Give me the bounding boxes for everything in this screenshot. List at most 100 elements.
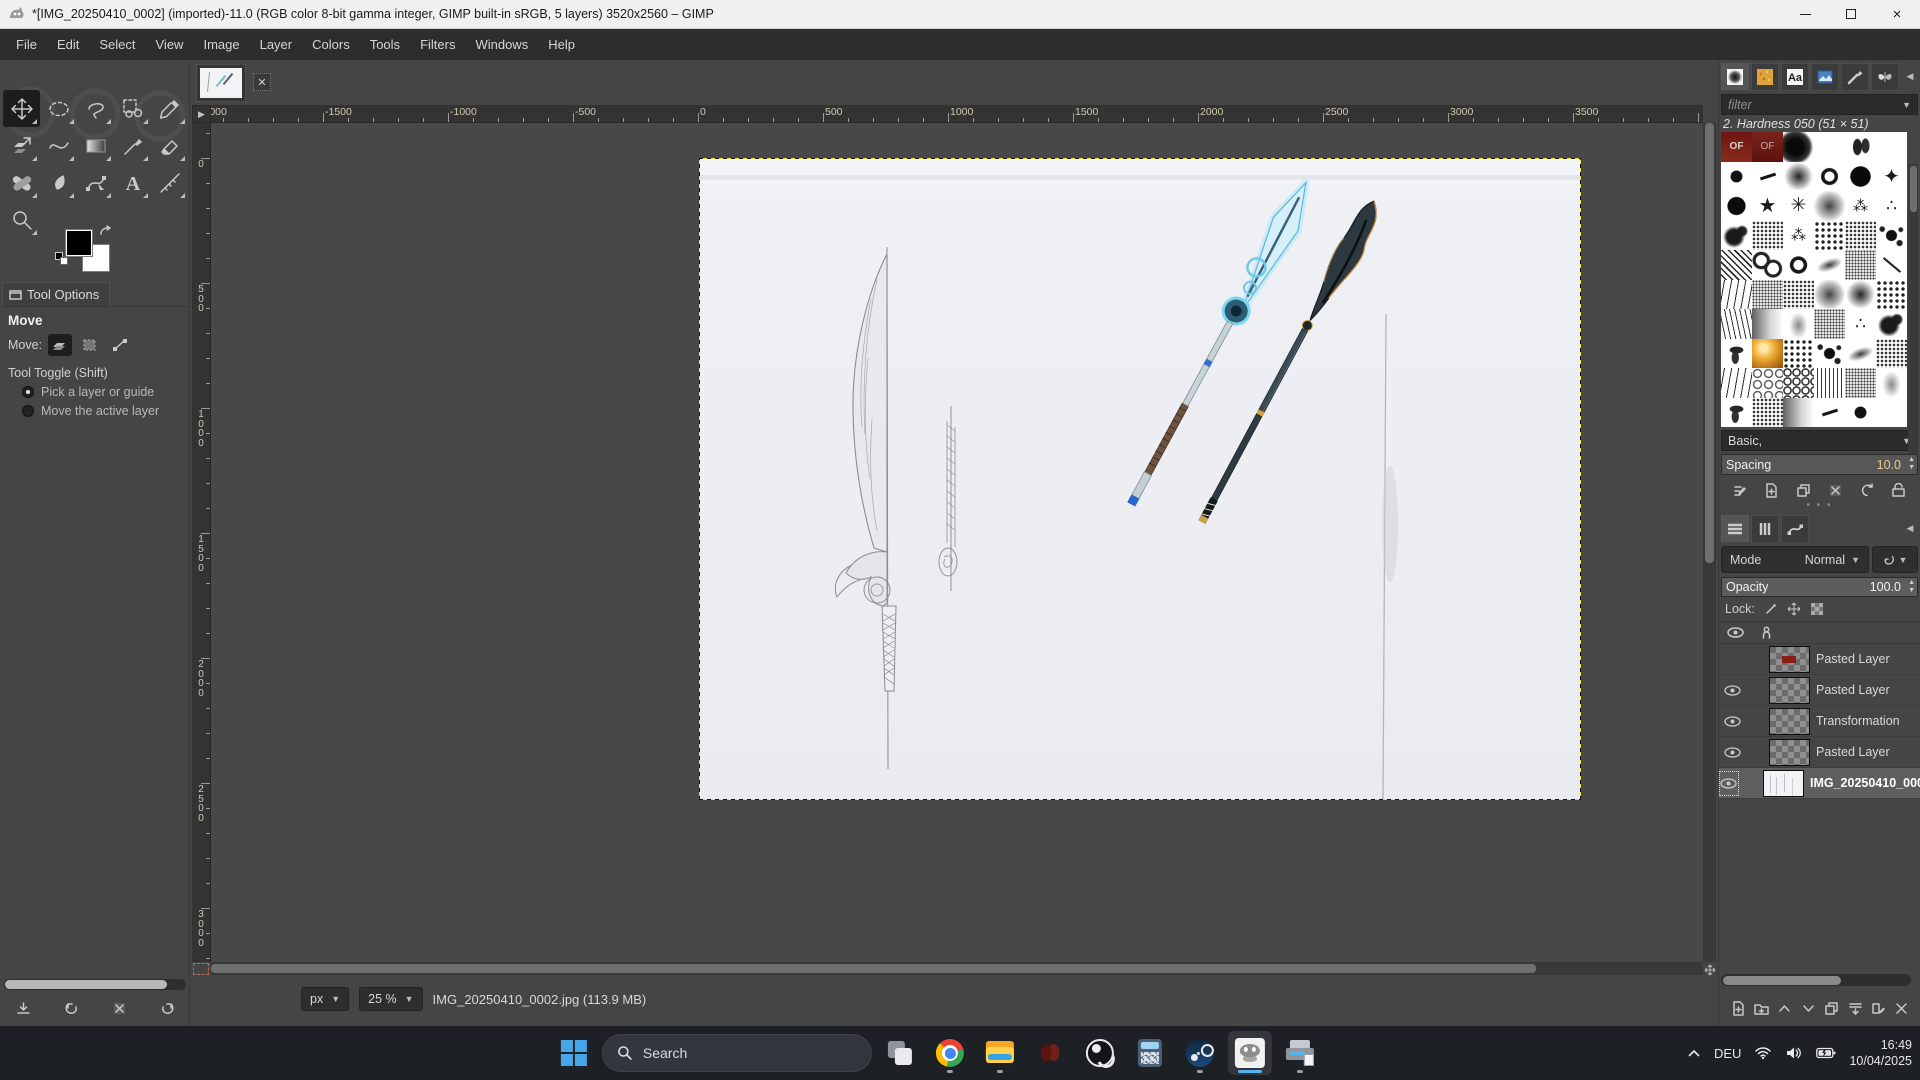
lock-pixels-icon[interactable] [1764, 602, 1778, 616]
brush-tag-select[interactable]: Basic,▼ [1721, 430, 1918, 451]
brush-line[interactable] [1876, 250, 1907, 280]
close-button[interactable]: × [1874, 0, 1920, 28]
tool-options-tab[interactable]: Tool Options [2, 282, 110, 306]
brush-rings[interactable] [1752, 250, 1783, 280]
volume-icon[interactable] [1785, 1046, 1803, 1060]
brush-blob[interactable] [1876, 309, 1907, 339]
brush-bubble[interactable] [1752, 368, 1783, 398]
refresh-brushes-button[interactable] [1856, 480, 1878, 500]
dialog-tab-tool-presets[interactable] [1841, 63, 1869, 90]
tool-move[interactable] [3, 90, 40, 127]
quick-mask-toggle[interactable] [193, 963, 209, 975]
brush-ring[interactable] [1783, 250, 1814, 280]
taskbar-search[interactable]: Search [602, 1034, 872, 1072]
brush-noise[interactable] [1783, 280, 1814, 310]
dialog-tab-brushes[interactable] [1721, 63, 1749, 90]
lower-layer-button[interactable] [1797, 998, 1819, 1018]
taskbar-app-obs[interactable] [1078, 1031, 1122, 1075]
layer-visibility-toggle[interactable] [1719, 685, 1745, 696]
dialog-tab-document-history[interactable] [1811, 63, 1839, 90]
dialog-tab-patterns[interactable] [1751, 63, 1779, 90]
brush-fiber[interactable] [1814, 368, 1845, 398]
foreground-color-swatch[interactable] [66, 230, 92, 256]
horizontal-ruler[interactable]: -2000-1500-1000-500050010001500200025003… [211, 105, 1703, 123]
brush-chalk[interactable] [1783, 398, 1814, 428]
brush-sphere[interactable] [1752, 339, 1783, 369]
brush-soft[interactable] [1783, 162, 1814, 192]
tool-fuzzy-select[interactable] [114, 90, 151, 127]
taskbar-app-red-app[interactable] [1028, 1031, 1072, 1075]
brush-spacing-slider[interactable]: Spacing 10.0 ▲▼ [1721, 454, 1918, 475]
dialog-tab-paths[interactable] [1781, 515, 1809, 542]
default-colors-icon[interactable] [55, 252, 68, 265]
new-brush-button[interactable] [1761, 480, 1783, 500]
new-layer-button[interactable] [1727, 998, 1749, 1018]
brush-dotl[interactable] [1721, 191, 1752, 221]
brush-hay[interactable] [1721, 309, 1752, 339]
tool-gradient[interactable] [77, 127, 114, 164]
brush-speck[interactable] [1814, 309, 1845, 339]
layer-visibility-toggle[interactable] [1719, 747, 1745, 758]
tool-heal[interactable] [3, 164, 40, 201]
brush-blob[interactable] [1721, 221, 1752, 251]
brush-burst[interactable] [1783, 191, 1814, 221]
brush-fuzzy[interactable] [1814, 280, 1845, 310]
tool-smudge[interactable] [40, 164, 77, 201]
tool-ellipse-select[interactable] [40, 90, 77, 127]
brush-ring[interactable] [1814, 162, 1845, 192]
edit-brush-button[interactable] [1729, 480, 1751, 500]
layer-row-3[interactable]: Transformation [1719, 706, 1920, 737]
raise-layer-button[interactable] [1774, 998, 1796, 1018]
brush-grid[interactable] [1783, 339, 1814, 369]
brush-grid-scrollbar[interactable] [1908, 164, 1918, 459]
menu-help[interactable]: Help [538, 30, 585, 59]
merge-down-button[interactable] [1844, 998, 1866, 1018]
restore-tool-preset-button[interactable] [60, 998, 82, 1018]
taskbar-app-calculator[interactable] [1128, 1031, 1172, 1075]
tool-paths[interactable] [77, 164, 114, 201]
maximize-button[interactable] [1828, 0, 1874, 28]
lock-alpha-icon[interactable] [1810, 602, 1824, 616]
brush-smear[interactable] [1841, 334, 1880, 372]
tool-text[interactable]: A [114, 164, 151, 201]
layer-visibility-toggle[interactable] [1719, 716, 1745, 727]
canvas-viewport[interactable] [211, 123, 1703, 962]
brush-noise[interactable] [1845, 221, 1876, 251]
brush-dash[interactable] [1752, 162, 1783, 192]
move-path-button[interactable] [108, 334, 132, 356]
swap-colors-icon[interactable] [98, 224, 114, 238]
minimize-button[interactable] [1782, 0, 1828, 28]
zoom-select[interactable]: 25 %▼ [359, 987, 422, 1011]
image-menu-button[interactable]: ▶ [192, 105, 211, 123]
dialog-tab-fonts[interactable]: Aa [1781, 63, 1809, 90]
tool-toggle-option-2[interactable]: Move the active layer [22, 404, 182, 418]
menu-windows[interactable]: Windows [465, 30, 538, 59]
brush-grass[interactable] [1721, 368, 1752, 398]
delete-brush-button[interactable] [1824, 480, 1846, 500]
reset-tool-options-button[interactable] [156, 998, 178, 1018]
brush-dots3[interactable] [1876, 191, 1907, 221]
image-tab[interactable] [196, 64, 246, 102]
vertical-ruler[interactable]: 050010001500200025003000 [192, 123, 211, 962]
brush-spark[interactable] [1845, 191, 1876, 221]
brush-leaf[interactable] [1721, 398, 1752, 428]
menu-colors[interactable]: Colors [302, 30, 360, 59]
taskbar-app-steam[interactable] [1178, 1031, 1222, 1075]
brush-hatch[interactable] [1721, 250, 1752, 280]
duplicate-layer-button[interactable] [1821, 998, 1843, 1018]
layer-row-5[interactable]: IMG_20250410_0002.jpg [1719, 768, 1920, 799]
delete-layer-button[interactable] [1891, 998, 1913, 1018]
menu-image[interactable]: Image [193, 30, 249, 59]
unit-select[interactable]: px▼ [301, 987, 349, 1011]
brush-dash[interactable] [1814, 398, 1845, 428]
menu-layer[interactable]: Layer [250, 30, 303, 59]
tool-toggle-option-1[interactable]: Pick a layer or guide [22, 385, 182, 399]
layer-row-2[interactable]: Pasted Layer [1719, 675, 1920, 706]
brush-spark[interactable] [1783, 221, 1814, 251]
menu-file[interactable]: File [6, 30, 47, 59]
image-tab-close-button[interactable]: ✕ [253, 73, 271, 91]
duplicate-brush-button[interactable] [1793, 480, 1815, 500]
taskbar-app-chrome[interactable] [928, 1031, 972, 1075]
brush-grid[interactable] [1814, 221, 1845, 251]
brush-blank[interactable] [1814, 132, 1845, 162]
